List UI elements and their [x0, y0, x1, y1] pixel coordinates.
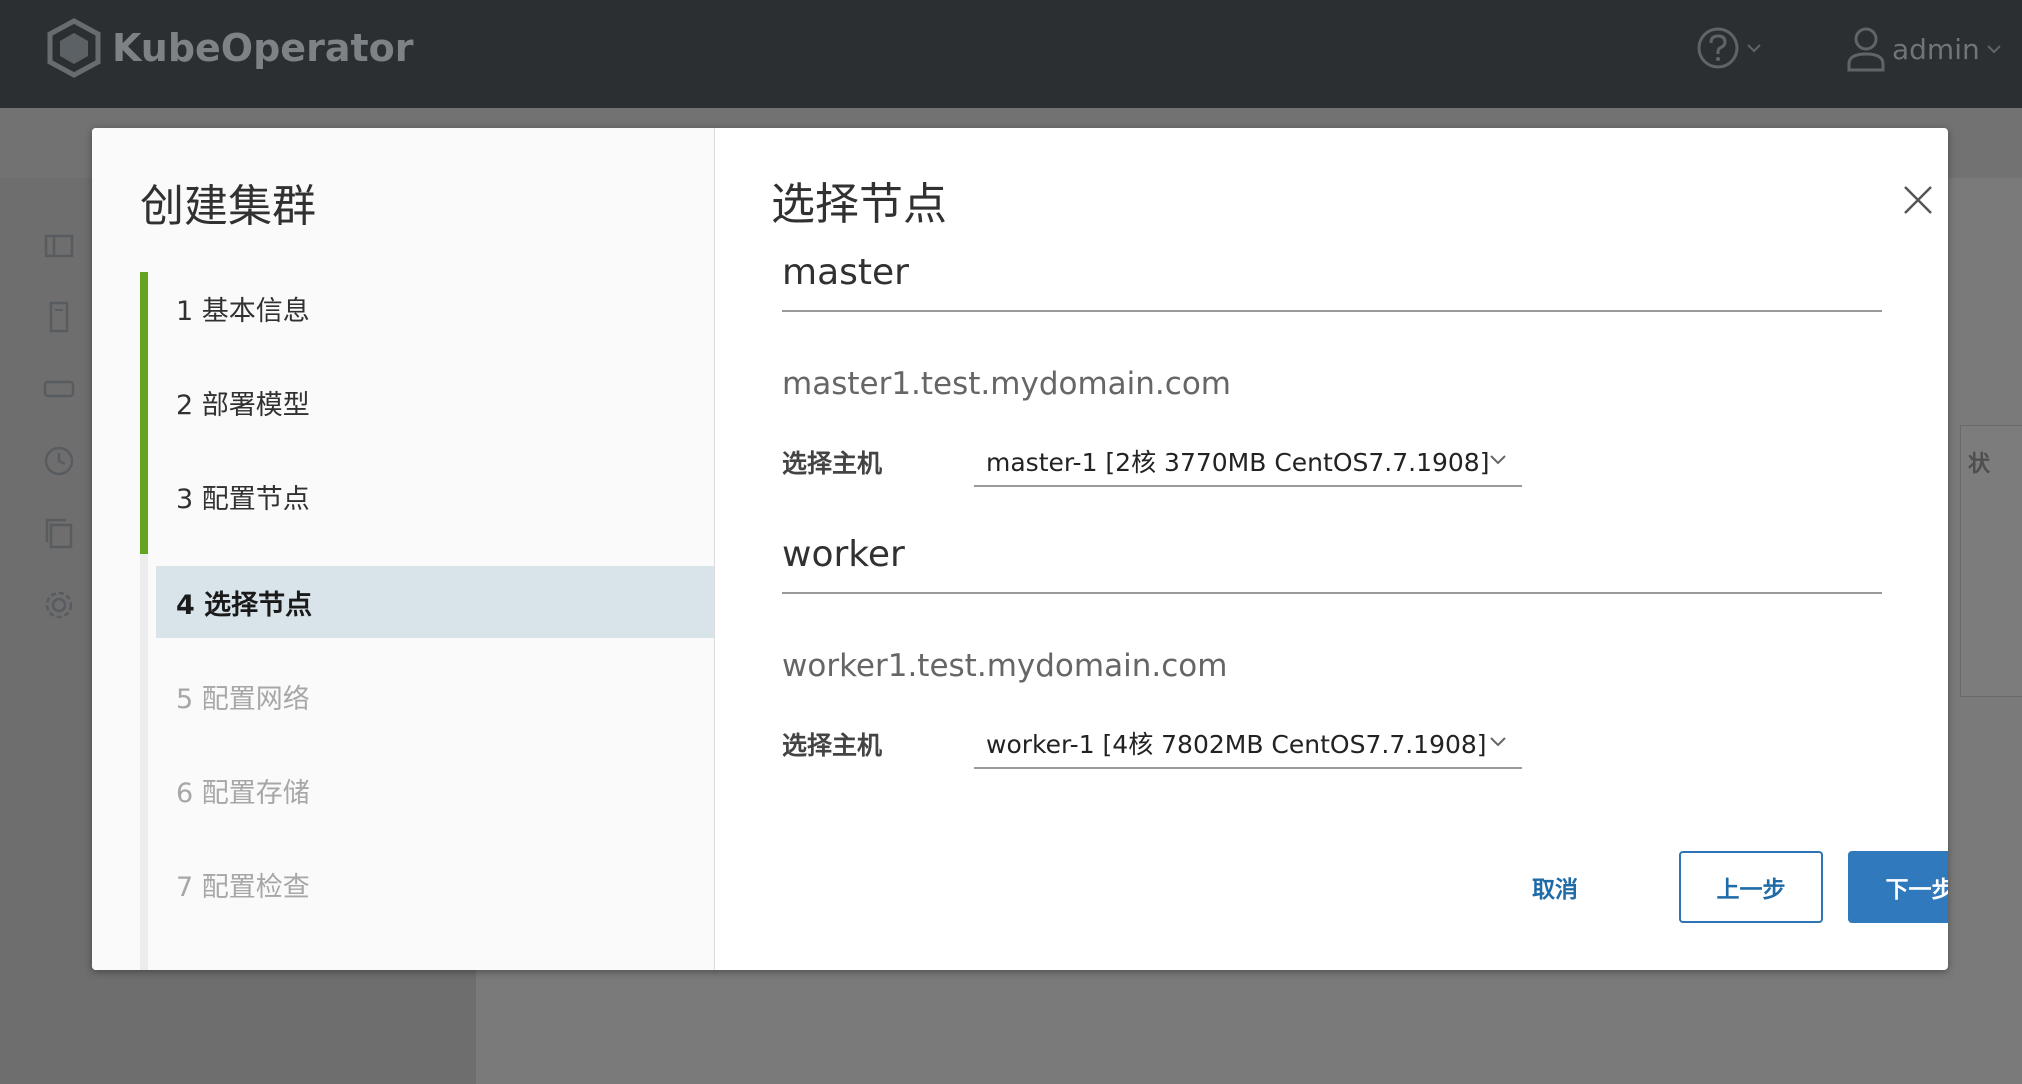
wizard-step-check: 7 配置检查 — [176, 871, 310, 903]
cancel-button[interactable]: 取消 — [1480, 851, 1630, 923]
page-title: 选择节点 — [771, 179, 947, 230]
chevron-down-icon — [1490, 455, 1506, 465]
kubeoperator-logo-icon — [47, 18, 101, 78]
wizard-step-storage: 6 配置存储 — [176, 777, 310, 809]
wizard-step-basic-info[interactable]: 1 基本信息 — [156, 272, 714, 344]
host-select-master[interactable]: master-1 [2核 3770MB CentOS7.7.1908] — [974, 437, 1522, 487]
wizard-step-select-nodes[interactable]: 4 选择节点 — [156, 566, 714, 638]
wizard-step-nav: 创建集群 1 基本信息 2 部署模型 3 配置节点 4 选择节点 5 配置网络 … — [92, 128, 715, 970]
chevron-down-icon — [1987, 45, 2001, 54]
select-host-label-worker: 选择主机 — [782, 731, 883, 760]
app-header: KubeOperator admin — [0, 0, 2022, 108]
help-menu[interactable] — [1696, 26, 1762, 70]
user-menu[interactable]: admin — [1846, 26, 2002, 72]
completed-steps-indicator — [140, 272, 148, 554]
next-button[interactable]: 下一步 — [1848, 851, 1948, 923]
host-select-value: worker-1 [4核 7802MB CentOS7.7.1908] — [986, 730, 1487, 759]
create-cluster-wizard-modal: 创建集群 1 基本信息 2 部署模型 3 配置节点 4 选择节点 5 配置网络 … — [92, 128, 1948, 970]
pending-steps-track — [140, 554, 148, 970]
history-icon — [44, 446, 74, 476]
help-icon — [1697, 27, 1739, 69]
node-hostname-worker: worker1.test.mydomain.com — [782, 648, 1228, 684]
wizard-page-content: 选择节点 master master1.test.mydomain.com 选择… — [714, 128, 1948, 970]
role-header-master: master — [782, 252, 1882, 312]
chevron-down-icon — [1747, 44, 1761, 53]
chevron-down-icon — [1490, 737, 1506, 747]
storage-icon — [43, 380, 75, 398]
gear-icon — [45, 591, 73, 619]
app-logo: KubeOperator — [46, 18, 413, 78]
host-select-value: master-1 [2核 3770MB CentOS7.7.1908] — [986, 448, 1490, 477]
role-header-worker: worker — [782, 534, 1882, 594]
select-host-label-master: 选择主机 — [782, 449, 883, 478]
previous-button[interactable]: 上一步 — [1679, 851, 1823, 923]
user-name: admin — [1892, 32, 1980, 66]
app-name: KubeOperator — [112, 26, 414, 70]
close-icon[interactable] — [1900, 182, 1936, 218]
host-icon — [49, 301, 69, 333]
background-table-header: 状 — [1968, 452, 1991, 477]
copy-icon — [45, 518, 73, 549]
wizard-step-config-nodes[interactable]: 3 配置节点 — [156, 460, 714, 532]
user-icon — [1847, 27, 1885, 72]
cluster-icon — [44, 234, 74, 258]
wizard-step-network: 5 配置网络 — [176, 683, 310, 715]
node-hostname-master: master1.test.mydomain.com — [782, 366, 1231, 402]
host-select-worker[interactable]: worker-1 [4核 7802MB CentOS7.7.1908] — [974, 719, 1522, 769]
wizard-step-deploy-model[interactable]: 2 部署模型 — [156, 366, 714, 438]
wizard-title: 创建集群 — [140, 181, 316, 232]
